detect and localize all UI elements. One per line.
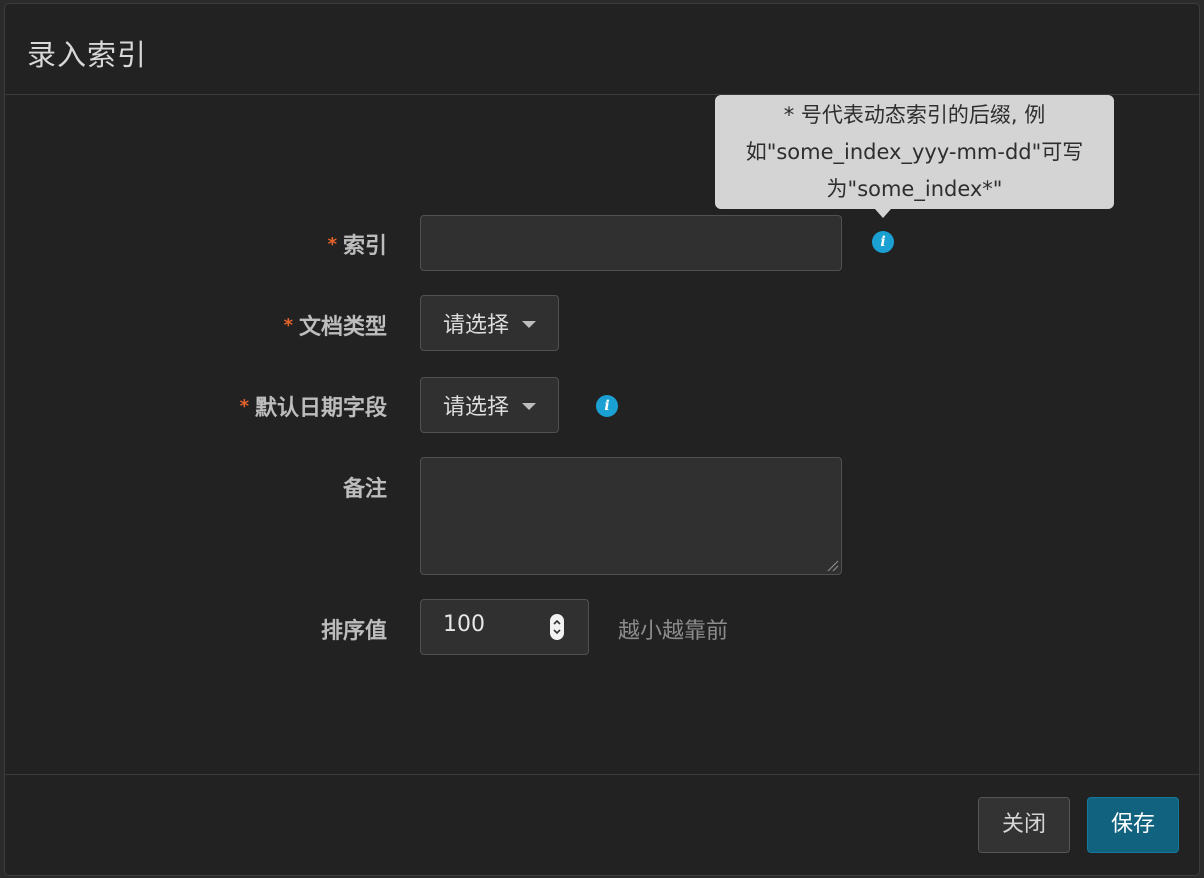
required-mark: * (327, 234, 337, 255)
spinner-arrows-icon (553, 619, 561, 635)
required-mark: * (239, 396, 249, 417)
modal-header: 录入索引 (5, 4, 1199, 95)
save-button[interactable]: 保存 (1087, 797, 1179, 853)
sort-help-text: 越小越靠前 (618, 619, 729, 644)
remark-textarea[interactable] (420, 457, 842, 575)
sort-label: 排序值 (321, 613, 387, 645)
tooltip-line: 为"some_index*" (826, 177, 1003, 201)
index-help-tooltip: * 号代表动态索引的后缀, 例 如"some_index_yyy-mm-dd"可… (715, 95, 1114, 209)
tooltip-arrow (875, 209, 891, 218)
index-label: * 索引 (328, 228, 387, 260)
number-spinner[interactable] (550, 614, 564, 640)
required-mark: * (283, 315, 293, 336)
index-entry-modal: 录入索引 * 号代表动态索引的后缀, 例 如"some_index_yyy-mm… (4, 3, 1200, 876)
date-field-select-value: 请选择 (443, 395, 510, 420)
doc-type-label-text: 文档类型 (298, 315, 387, 340)
caret-down-icon (522, 403, 536, 410)
modal-footer: 关闭 保存 (5, 774, 1199, 875)
modal-title: 录入索引 (27, 38, 148, 72)
remark-label-text: 备注 (342, 477, 387, 502)
sort-label-text: 排序值 (320, 619, 387, 644)
doc-type-select[interactable]: 请选择 (420, 295, 559, 351)
tooltip-line: 如"some_index_yyy-mm-dd"可写 (745, 140, 1084, 164)
index-input[interactable] (420, 215, 842, 271)
resize-grip-icon[interactable] (825, 558, 839, 572)
doc-type-select-value: 请选择 (443, 313, 510, 338)
index-info-icon[interactable]: i (872, 231, 894, 253)
date-field-info-icon[interactable]: i (596, 395, 618, 417)
date-field-label-text: 默认日期字段 (254, 396, 387, 421)
date-field-select[interactable]: 请选择 (420, 377, 559, 433)
remark-label: 备注 (343, 471, 387, 503)
index-label-text: 索引 (342, 234, 387, 259)
close-button[interactable]: 关闭 (978, 797, 1070, 853)
sort-number-input[interactable]: 100 (420, 599, 589, 655)
sort-value: 100 (443, 612, 485, 637)
doc-type-label: * 文档类型 (284, 309, 387, 341)
caret-down-icon (522, 321, 536, 328)
date-field-label: * 默认日期字段 (240, 390, 387, 422)
tooltip-line: * 号代表动态索引的后缀, 例 (783, 103, 1046, 127)
